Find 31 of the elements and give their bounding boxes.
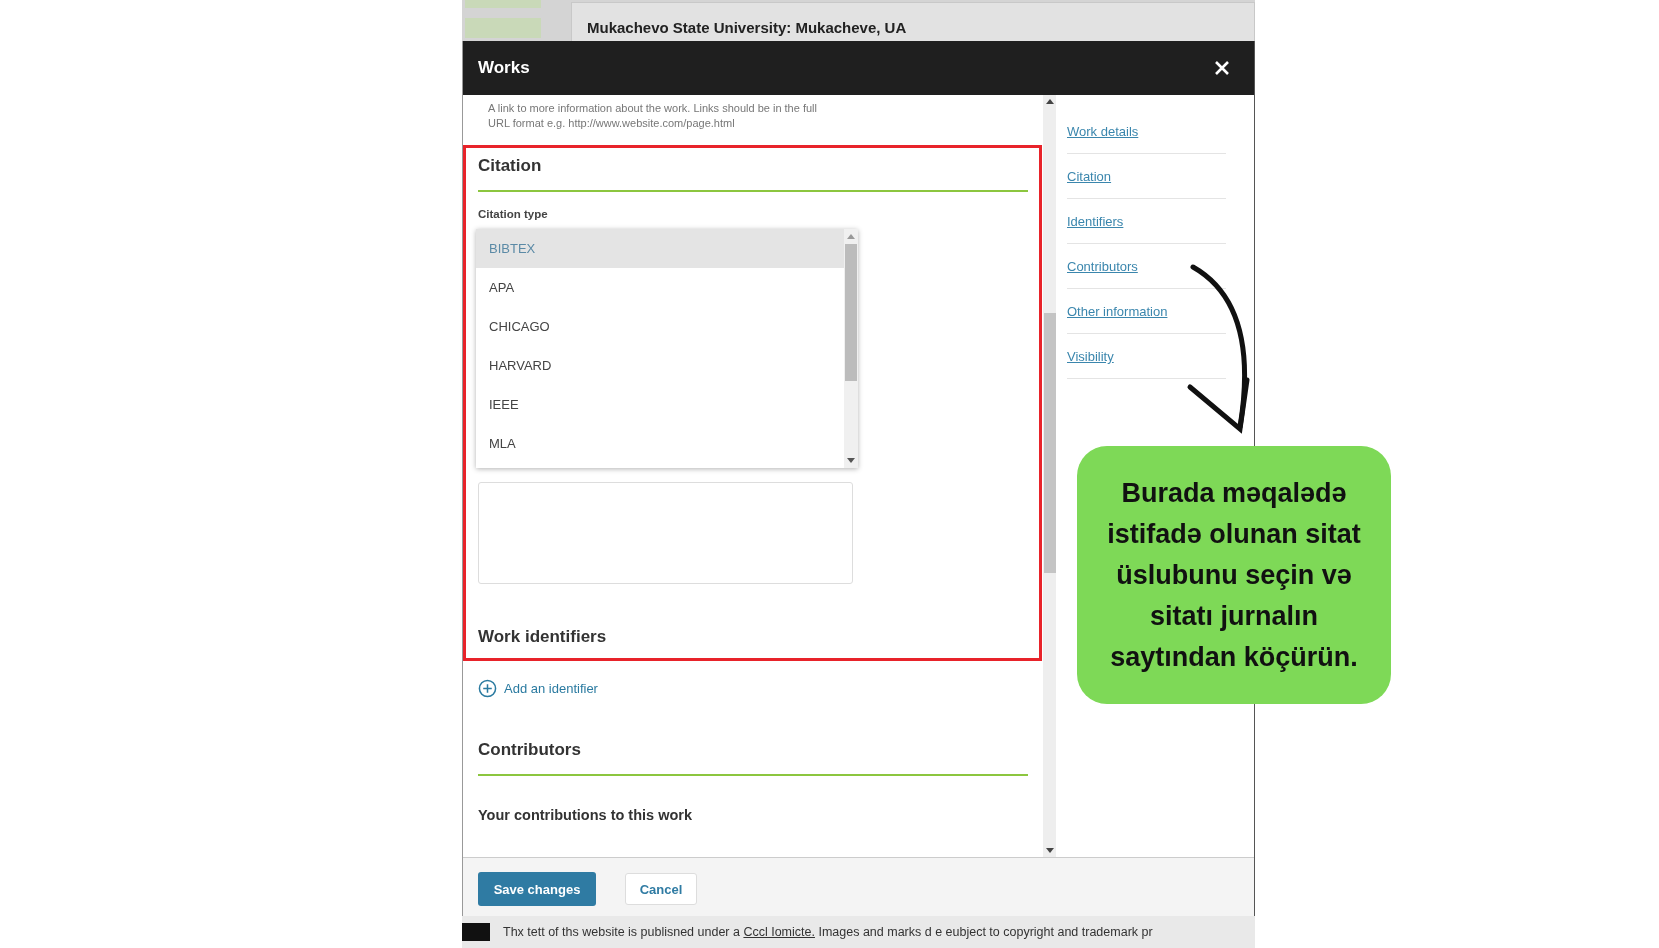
citation-option[interactable]: BIBTEX: [476, 229, 844, 268]
section-title: Work identifiers: [478, 627, 608, 647]
scrollbar[interactable]: [844, 229, 858, 468]
nav-link[interactable]: Work details: [1067, 124, 1139, 139]
nav-link[interactable]: Other information: [1067, 304, 1168, 319]
nav-link[interactable]: Visibility: [1067, 349, 1114, 364]
plus-circle-icon: [478, 679, 497, 698]
subsection-title: Your contributions to this work: [478, 807, 693, 823]
save-button[interactable]: Save changes: [478, 872, 596, 906]
cancel-button[interactable]: Cancel: [625, 873, 697, 905]
nav-link[interactable]: Citation: [1067, 169, 1112, 184]
section-title: Citation: [478, 156, 543, 176]
license-text: Thx tett of ths website is publisned under a Cccl Iomicte. Images and marks d e eubject to copyright and trademark pr: [503, 925, 1153, 939]
dialog-title: Works: [478, 58, 530, 78]
callout-text: Burada məqalədə istifadə olunan sitat üslubunu seçin və sitatı jurnalın saytından köçürün.: [1106, 476, 1362, 674]
citation-option[interactable]: CHICAGO: [476, 307, 844, 346]
nav-link[interactable]: Identifiers: [1067, 214, 1124, 229]
section-title: Contributors: [478, 740, 582, 760]
scrollbar[interactable]: [1043, 95, 1056, 857]
url-hint: A link to more information about the work. Links should be in the full URL format e.g. http://www.website.com/page.html: [488, 101, 818, 131]
nav-link[interactable]: Contributors: [1067, 259, 1138, 274]
citation-option[interactable]: IEEE: [476, 385, 844, 424]
citation-textarea[interactable]: [478, 482, 853, 584]
close-icon[interactable]: [1214, 60, 1230, 76]
citation-option[interactable]: HARVARD: [476, 346, 844, 385]
citation-option[interactable]: APA: [476, 268, 844, 307]
license-link[interactable]: Cccl Iomicte.: [743, 925, 815, 939]
field-label: Citation type: [478, 208, 549, 220]
institution-name: Mukachevo State University: Mukacheve, UA: [587, 18, 907, 36]
add-identifier-link[interactable]: Add an identifier: [478, 679, 598, 698]
citation-option[interactable]: MLA: [476, 424, 844, 463]
